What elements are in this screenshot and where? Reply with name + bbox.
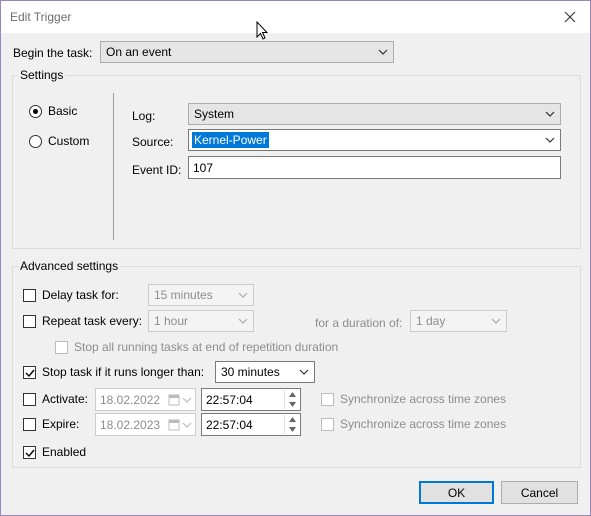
- activate-time-spinner[interactable]: [284, 390, 299, 409]
- close-button[interactable]: [550, 1, 590, 33]
- basic-label: Basic: [48, 104, 78, 118]
- stop-longer-value: 30 minutes: [221, 365, 280, 379]
- expire-label: Expire:: [42, 417, 80, 431]
- log-value: System: [194, 107, 235, 121]
- settings-group-label: Settings: [18, 68, 66, 82]
- source-label: Source:: [132, 135, 174, 149]
- window-title: Edit Trigger: [10, 10, 72, 24]
- enabled-checkbox[interactable]: [23, 446, 36, 459]
- expire-sync-label: Synchronize across time zones: [340, 417, 507, 431]
- delay-task-value: 15 minutes: [154, 288, 213, 302]
- cancel-button-label: Cancel: [520, 485, 559, 500]
- delay-task-select[interactable]: 15 minutes: [148, 284, 254, 306]
- expire-time-spinner[interactable]: [284, 415, 299, 434]
- expire-date-picker[interactable]: 18.02.2023: [95, 413, 196, 436]
- checkmark-icon: [25, 449, 35, 458]
- repeat-task-label: Repeat task every:: [42, 314, 143, 328]
- activate-date-value: 18.02.2022: [100, 393, 161, 407]
- chevron-down-icon: [299, 369, 309, 375]
- duration-value: 1 day: [416, 314, 446, 328]
- event-id-input[interactable]: 107: [188, 156, 561, 179]
- spin-down-icon: [289, 427, 296, 432]
- chevron-down-icon: [545, 137, 555, 143]
- event-id-label: Event ID:: [132, 163, 182, 177]
- close-icon: [564, 11, 576, 23]
- activate-date-picker[interactable]: 18.02.2022: [95, 388, 196, 411]
- chevron-down-icon: [491, 318, 501, 324]
- log-select[interactable]: System: [188, 103, 561, 125]
- checkmark-icon: [25, 369, 35, 378]
- begin-task-select[interactable]: On an event: [100, 41, 394, 63]
- repeat-task-select[interactable]: 1 hour: [148, 310, 254, 332]
- activate-sync-label: Synchronize across time zones: [340, 392, 507, 406]
- cancel-button[interactable]: Cancel: [501, 481, 578, 504]
- log-label: Log:: [132, 109, 156, 123]
- source-value: Kernel-Power: [192, 132, 269, 148]
- begin-task-value: On an event: [106, 45, 172, 59]
- delay-task-checkbox[interactable]: [23, 289, 36, 302]
- stop-longer-checkbox[interactable]: [23, 366, 36, 379]
- expire-date-value: 18.02.2023: [100, 418, 161, 432]
- activate-label: Activate:: [42, 392, 89, 406]
- calendar-dropdown-icon: [168, 394, 192, 406]
- chevron-down-icon: [378, 49, 388, 55]
- title-bar[interactable]: Edit Trigger: [1, 1, 590, 40]
- source-combobox[interactable]: Kernel-Power: [188, 129, 561, 151]
- spin-up-icon: [289, 392, 296, 397]
- repeat-task-checkbox[interactable]: [23, 315, 36, 328]
- mouse-cursor-icon: [256, 21, 269, 40]
- custom-radio[interactable]: [29, 135, 42, 148]
- event-id-value: 107: [193, 161, 214, 175]
- expire-time-value: 22:57:04: [206, 418, 253, 432]
- chevron-down-icon: [545, 111, 555, 117]
- repeat-task-value: 1 hour: [154, 314, 189, 328]
- expire-sync-checkbox[interactable]: [321, 418, 334, 431]
- chevron-down-icon: [238, 318, 248, 324]
- vertical-divider: [113, 93, 114, 240]
- activate-time-input[interactable]: 22:57:04: [201, 388, 301, 411]
- basic-radio[interactable]: [29, 105, 42, 118]
- advanced-settings-label: Advanced settings: [18, 259, 121, 273]
- chevron-down-icon: [238, 292, 248, 298]
- spin-up-icon: [289, 417, 296, 422]
- custom-label: Custom: [48, 134, 90, 148]
- activate-sync-checkbox[interactable]: [321, 393, 334, 406]
- stop-all-checkbox[interactable]: [55, 341, 68, 354]
- stop-all-label: Stop all running tasks at end of repetit…: [74, 340, 339, 354]
- ok-button-label: OK: [447, 485, 466, 500]
- activate-time-value: 22:57:04: [206, 393, 253, 407]
- duration-select[interactable]: 1 day: [410, 310, 507, 332]
- delay-task-label: Delay task for:: [42, 288, 119, 302]
- calendar-dropdown-icon: [168, 419, 192, 431]
- expire-checkbox[interactable]: [23, 418, 36, 431]
- expire-time-input[interactable]: 22:57:04: [201, 413, 301, 436]
- activate-checkbox[interactable]: [23, 393, 36, 406]
- edit-trigger-dialog: Edit Trigger Begin the task: On an event…: [0, 0, 591, 516]
- enabled-label: Enabled: [42, 445, 87, 459]
- duration-label: for a duration of:: [315, 316, 403, 330]
- ok-button[interactable]: OK: [419, 481, 494, 504]
- spin-down-icon: [289, 402, 296, 407]
- stop-longer-label: Stop task if it runs longer than:: [42, 365, 205, 379]
- begin-task-label: Begin the task:: [13, 46, 93, 60]
- stop-longer-select[interactable]: 30 minutes: [215, 361, 315, 383]
